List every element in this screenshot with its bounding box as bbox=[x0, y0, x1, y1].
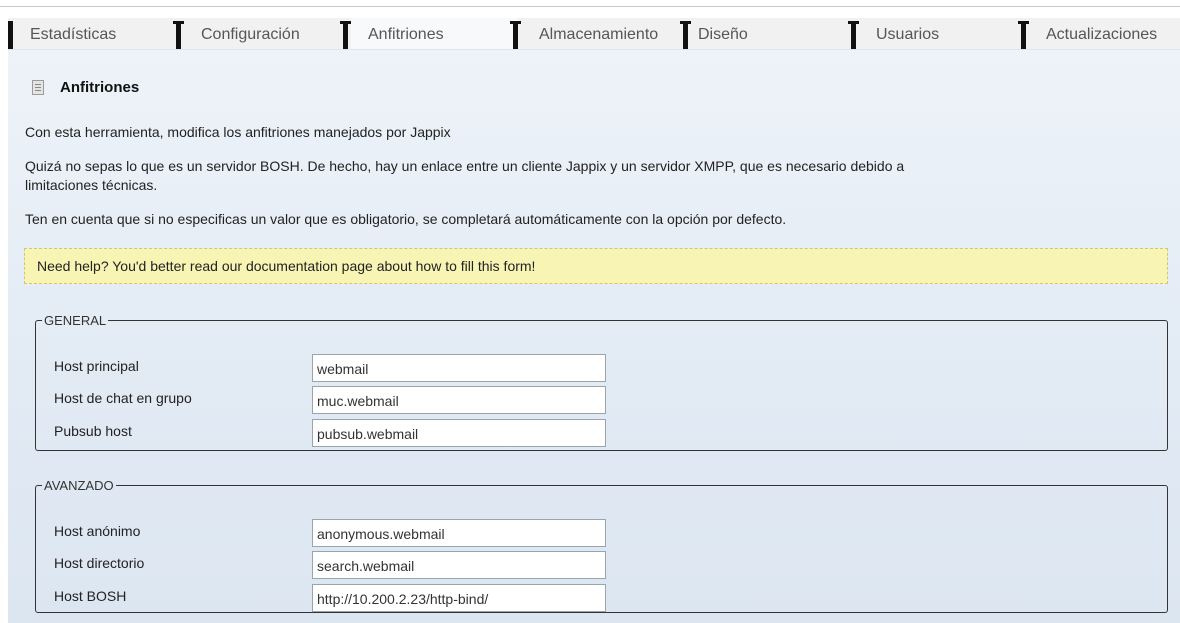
field-host-anonimo: Host anónimo bbox=[54, 519, 634, 547]
field-host-chat-grupo: Host de chat en grupo bbox=[54, 386, 634, 414]
bosh-info-text-line1: Quizá no sepas lo que es un servidor BOS… bbox=[25, 158, 905, 174]
intro-text: Con esta herramienta, modifica los anfit… bbox=[25, 124, 451, 140]
top-divider bbox=[0, 6, 1180, 7]
host-anonimo-label: Host anónimo bbox=[54, 523, 141, 539]
tab-anfitriones[interactable]: Anfitriones bbox=[351, 18, 518, 49]
defaults-note-text: Ten en cuenta que si no especificas un v… bbox=[25, 211, 787, 227]
pubsub-host-label: Pubsub host bbox=[54, 423, 132, 439]
host-principal-label: Host principal bbox=[54, 358, 139, 374]
host-directorio-input[interactable] bbox=[312, 551, 606, 579]
tab-separator bbox=[8, 21, 13, 49]
document-icon bbox=[32, 80, 44, 95]
general-legend: GENERAL bbox=[44, 313, 107, 328]
tab-separator bbox=[510, 21, 521, 49]
bosh-info-text-line2: limitaciones técnicas. bbox=[25, 177, 158, 193]
host-directorio-label: Host directorio bbox=[54, 555, 145, 571]
tab-separator bbox=[173, 21, 184, 49]
host-bosh-label: Host BOSH bbox=[54, 588, 127, 604]
tab-almacenamiento[interactable]: Almacenamiento bbox=[539, 18, 658, 49]
host-principal-input[interactable] bbox=[312, 354, 606, 382]
tab-separator bbox=[680, 21, 691, 49]
section-header: Anfitriones bbox=[32, 79, 139, 96]
tab-actualizaciones[interactable]: Actualizaciones bbox=[1046, 18, 1157, 49]
tab-bar: Estadísticas Configuración Anfitriones A… bbox=[8, 18, 1180, 50]
jappix-manager: Estadísticas Configuración Anfitriones A… bbox=[0, 0, 1180, 623]
field-host-directorio: Host directorio bbox=[54, 551, 634, 579]
tab-diseno[interactable]: Diseño bbox=[698, 18, 748, 49]
general-fieldset: GENERAL Host principal Host de chat en g… bbox=[35, 313, 1168, 451]
help-notice[interactable]: Need help? You'd better read our documen… bbox=[24, 248, 1168, 284]
field-host-bosh: Host BOSH bbox=[54, 584, 634, 612]
host-chat-grupo-input[interactable] bbox=[312, 386, 606, 414]
pubsub-host-input[interactable] bbox=[312, 419, 606, 447]
host-anonimo-input[interactable] bbox=[312, 519, 606, 547]
tab-usuarios[interactable]: Usuarios bbox=[876, 18, 939, 49]
tab-separator bbox=[848, 21, 859, 49]
host-chat-grupo-label: Host de chat en grupo bbox=[54, 390, 192, 406]
advanced-fieldset: AVANZADO Host anónimo Host directorio Ho… bbox=[35, 478, 1168, 613]
field-pubsub-host: Pubsub host bbox=[54, 419, 634, 447]
field-host-principal: Host principal bbox=[54, 354, 634, 382]
tab-configuracion[interactable]: Configuración bbox=[201, 18, 300, 49]
advanced-legend: AVANZADO bbox=[44, 478, 114, 493]
tab-separator bbox=[340, 21, 351, 49]
section-title: Anfitriones bbox=[60, 79, 140, 96]
tab-estadisticas[interactable]: Estadísticas bbox=[30, 18, 116, 49]
host-bosh-input[interactable] bbox=[312, 584, 606, 612]
tab-separator bbox=[1018, 21, 1029, 49]
